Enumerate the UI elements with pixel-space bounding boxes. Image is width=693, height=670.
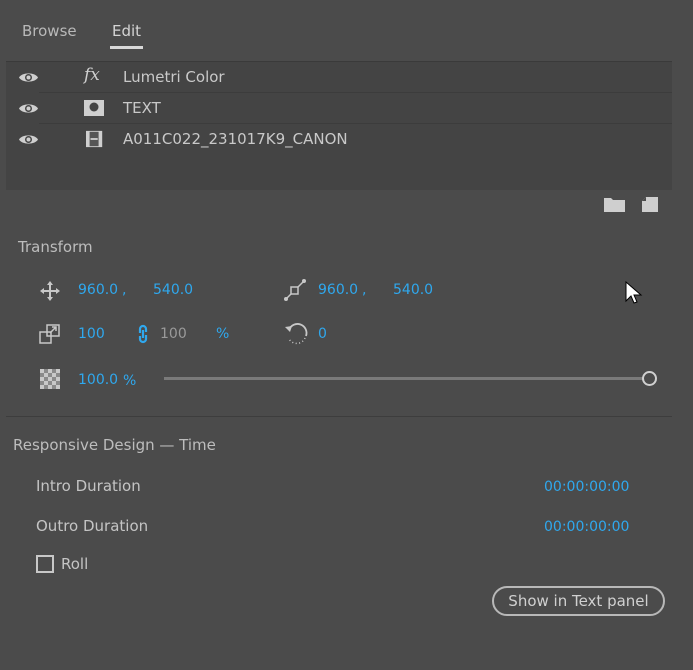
rotation-icon (285, 323, 308, 345)
position-y[interactable]: 540.0 (153, 282, 193, 298)
roll-label: Roll (61, 555, 89, 573)
link-constrain-icon[interactable] (137, 324, 149, 344)
new-layer-icon[interactable] (642, 197, 658, 212)
transform-heading: Transform (18, 238, 93, 256)
layer-list: fx Lumetri Color TEXT A011C022_231017K9_… (6, 61, 672, 190)
layer-row-clip[interactable]: A011C022_231017K9_CANON (6, 124, 672, 155)
tab-browse[interactable]: Browse (22, 22, 77, 40)
opacity-slider-handle[interactable] (642, 371, 657, 386)
roll-checkbox[interactable] (36, 555, 54, 573)
scale-width[interactable]: 100 (78, 326, 105, 342)
layer-name: A011C022_231017K9_CANON (123, 130, 348, 148)
outro-duration-label: Outro Duration (36, 517, 149, 535)
layer-row-lumetri[interactable]: fx Lumetri Color (6, 62, 672, 93)
shape-layer-icon (84, 100, 104, 116)
intro-duration-value[interactable]: 00:00:00:00 (544, 479, 629, 495)
film-clip-icon (86, 130, 103, 148)
opacity-unit: % (123, 373, 137, 389)
eye-icon[interactable] (18, 133, 39, 146)
position-x[interactable]: 960.0 (78, 282, 118, 298)
scale-height[interactable]: 100 (160, 326, 187, 342)
layer-name: TEXT (123, 99, 161, 117)
scale-icon (39, 324, 60, 344)
eye-icon[interactable] (18, 102, 39, 115)
opacity-slider-track[interactable] (164, 377, 644, 380)
show-in-text-panel-button[interactable]: Show in Text panel (492, 586, 665, 616)
rotation-value[interactable]: 0 (318, 326, 327, 342)
layer-name: Lumetri Color (123, 68, 225, 86)
divider (6, 416, 672, 417)
intro-duration-label: Intro Duration (36, 477, 141, 495)
layer-row-text[interactable]: TEXT (6, 93, 672, 124)
tab-edit[interactable]: Edit (109, 22, 144, 49)
outro-duration-value[interactable]: 00:00:00:00 (544, 519, 629, 535)
eye-icon[interactable] (18, 71, 39, 84)
opacity-value[interactable]: 100.0 (78, 372, 118, 388)
position-move-icon (40, 281, 60, 301)
anchor-x[interactable]: 960.0 (318, 282, 358, 298)
anchor-point-icon (284, 279, 306, 301)
opacity-checker-icon (40, 369, 60, 389)
fx-icon: fx (84, 65, 100, 85)
scale-unit: % (216, 326, 230, 342)
new-group-folder-icon[interactable] (604, 197, 625, 212)
responsive-design-heading: Responsive Design — Time (13, 436, 216, 454)
mouse-cursor-icon (625, 281, 643, 304)
anchor-separator: , (362, 282, 367, 298)
position-separator: , (122, 282, 127, 298)
anchor-y[interactable]: 540.0 (393, 282, 433, 298)
